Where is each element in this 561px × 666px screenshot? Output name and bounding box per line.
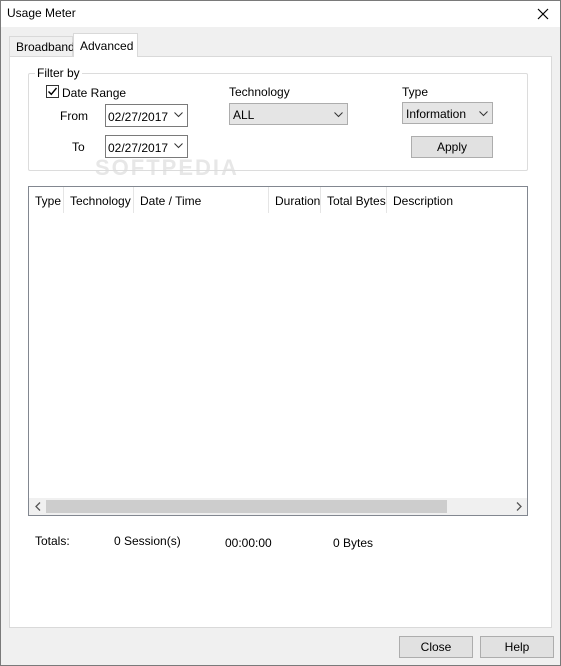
filter-groupbox: Filter by Date Range From 02/27/2017 To … [28,66,528,171]
to-label: To [72,140,85,154]
close-button[interactable]: Close [399,636,473,658]
type-value: Information [406,107,467,121]
window-close-button[interactable] [526,1,560,27]
column-header-duration[interactable]: Duration [269,187,321,213]
column-header-label: Total Bytes [327,194,386,208]
bytes-total: 0 Bytes [333,536,374,550]
column-header-label: Type [35,194,62,208]
sessions-total: 0 Session(s) [114,534,181,548]
scroll-left-button[interactable] [29,498,46,515]
help-button-label: Help [504,640,530,654]
technology-select[interactable]: ALL [229,103,348,125]
checkmark-icon [48,87,58,96]
tab-advanced[interactable]: Advanced [73,33,138,57]
help-button[interactable]: Help [480,636,554,658]
to-date-value: 02/27/2017 [108,141,169,155]
column-header-label: Date / Time [140,194,202,208]
tab-broadband[interactable]: Broadband [9,36,75,58]
horizontal-scrollbar[interactable] [29,498,527,515]
duration-total: 00:00:00 [225,536,272,550]
title-bar[interactable]: Usage Meter [1,1,560,27]
column-header-description[interactable]: Description [387,187,527,213]
close-icon [537,8,549,20]
chevron-right-icon [516,502,522,511]
window-title: Usage Meter [7,6,76,20]
list-header: Type Technology Date / Time Duration Tot… [29,187,527,213]
usage-list-view[interactable]: Type Technology Date / Time Duration Tot… [28,186,528,516]
column-header-technology[interactable]: Technology [64,187,134,213]
from-label: From [60,109,88,123]
column-header-label: Duration [275,194,321,208]
to-date-picker[interactable]: 02/27/2017 [105,135,188,158]
chevron-down-icon [479,111,488,117]
column-header-label: Description [393,194,454,208]
close-button-label: Close [420,640,452,654]
chevron-down-icon [334,112,343,118]
scrollbar-thumb[interactable] [46,500,447,513]
from-date-picker[interactable]: 02/27/2017 [105,104,188,127]
column-header-total-bytes[interactable]: Total Bytes [321,187,387,213]
scroll-right-button[interactable] [510,498,527,515]
column-header-label: Technology [70,194,131,208]
chevron-down-icon [174,112,183,118]
chevron-left-icon [34,502,40,511]
usage-meter-window: Usage Meter Broadband Advanced SOFTPEDIA… [0,0,561,666]
date-range-label: Date Range [62,86,127,100]
technology-label: Technology [229,85,290,99]
totals-label: Totals: [35,534,70,548]
type-label: Type [402,85,429,99]
from-date-value: 02/27/2017 [108,110,169,124]
apply-button[interactable]: Apply [411,136,493,158]
column-header-type[interactable]: Type [29,187,64,213]
technology-value: ALL [233,108,255,122]
column-header-date-time[interactable]: Date / Time [134,187,269,213]
chevron-down-icon [174,143,183,149]
type-select[interactable]: Information [402,102,493,124]
advanced-tab-panel: SOFTPEDIA Filter by Date Range From 02/2… [9,56,552,628]
tab-advanced-label: Advanced [80,39,134,53]
filter-group-label: Filter by [35,66,82,80]
apply-button-label: Apply [436,140,468,154]
tab-broadband-label: Broadband [16,40,75,54]
date-range-checkbox[interactable] [46,85,59,98]
